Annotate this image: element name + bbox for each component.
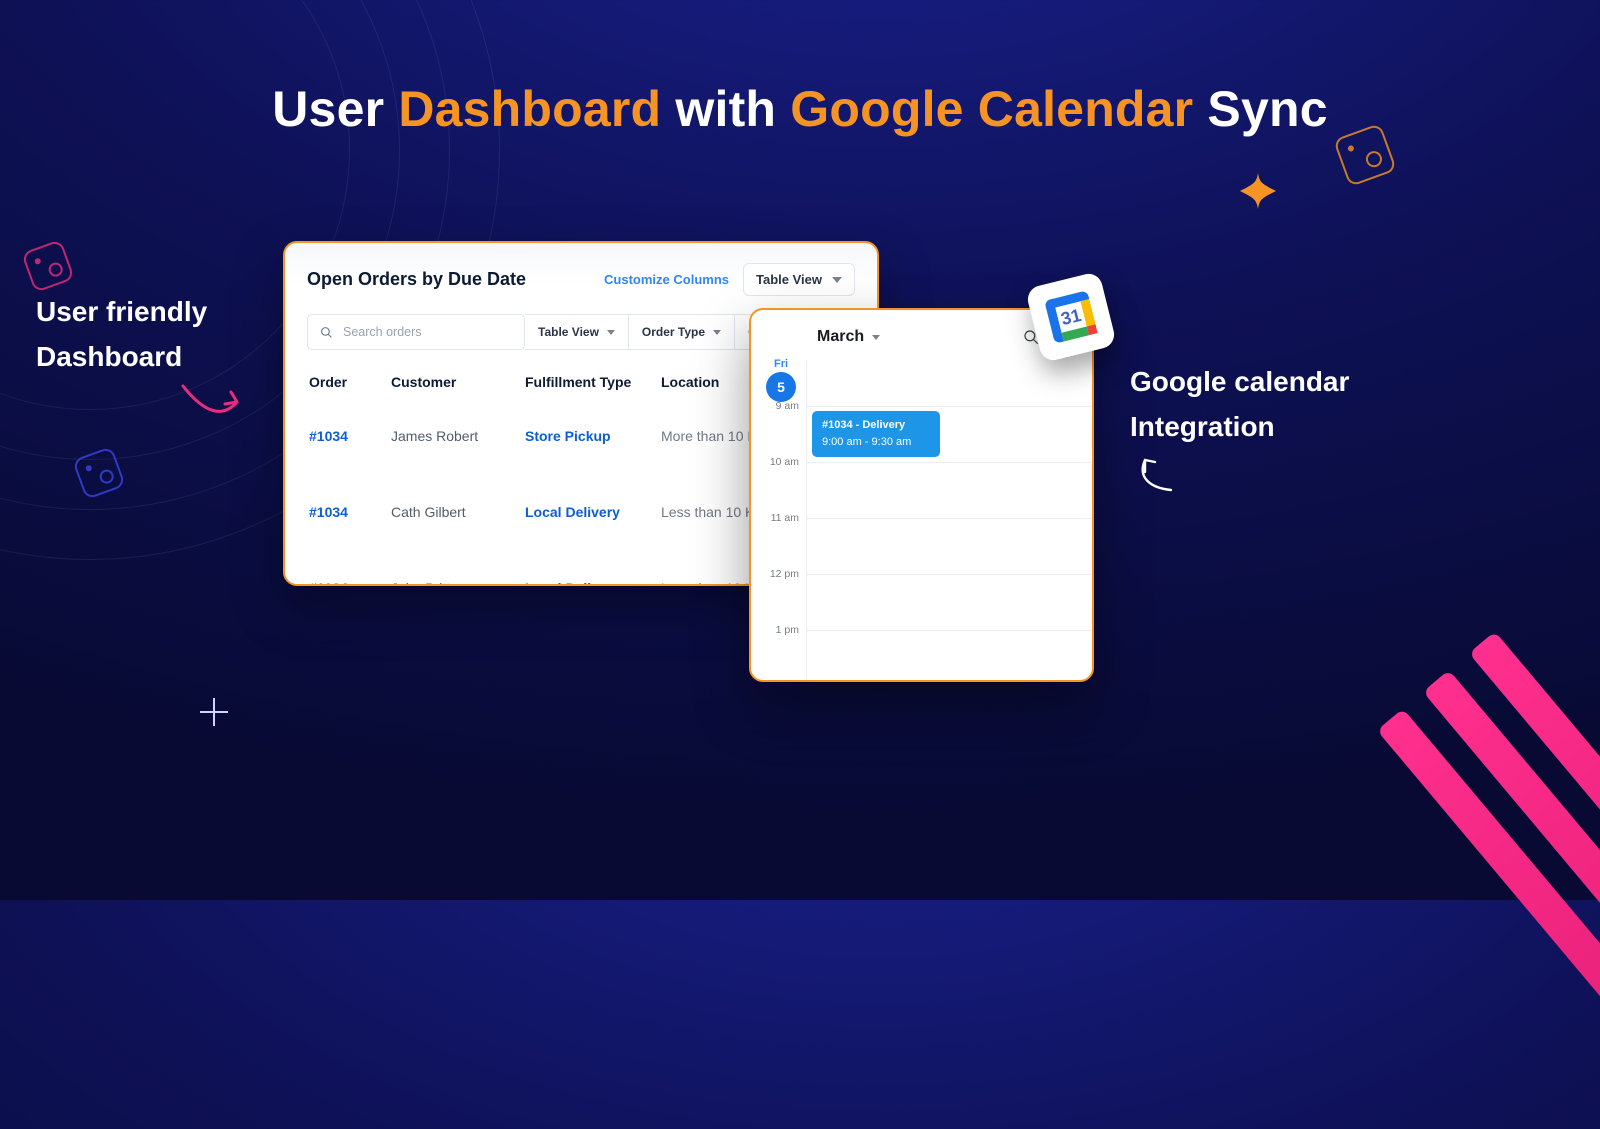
dice-icon [21,239,75,293]
day-label: Fri [774,358,788,370]
dice-icon [72,446,126,500]
calendar-card: March Fri 5 9 am #1034 - Delivery 9:00 a… [749,308,1094,682]
page-title: User Dashboard with Google Calendar Sync [0,80,1600,138]
caption-right: Google calendarIntegration [1130,360,1349,450]
col-customer: Customer [391,374,523,408]
month-selector[interactable]: March [817,328,880,346]
filter-table-view[interactable]: Table View [525,314,629,350]
filter-order-type[interactable]: Order Type [629,314,735,350]
search-input[interactable]: Search orders [307,314,525,350]
hour-label: 1 pm [761,624,799,636]
calendar-grid: 9 am #1034 - Delivery 9:00 am - 9:30 am … [806,360,1092,680]
crosshair-icon [200,698,228,726]
chevron-down-icon [832,277,842,283]
col-order: Order [309,374,389,408]
chevron-down-icon [872,335,880,340]
chevron-down-icon [607,330,615,335]
caption-left: User friendlyDashboard [36,290,207,380]
view-selector[interactable]: Table View [743,263,855,296]
sparkle-icon [1240,173,1276,209]
hour-label: 9 am [761,400,799,412]
hour-label: 12 pm [761,568,799,580]
hour-label: 10 am [761,456,799,468]
customize-columns-link[interactable]: Customize Columns [604,272,729,287]
arrow-icon [175,380,245,424]
hour-label: 11 am [761,512,799,524]
dashboard-title: Open Orders by Due Date [307,269,526,290]
search-icon [320,326,333,339]
chevron-down-icon [713,330,721,335]
col-fulfillment: Fulfillment Type [525,374,659,408]
arrow-icon [1125,452,1179,496]
calendar-event[interactable]: #1034 - Delivery 9:00 am - 9:30 am [812,411,940,457]
decorative-stripes [1377,631,1600,1128]
day-chip[interactable]: 5 [766,372,796,402]
